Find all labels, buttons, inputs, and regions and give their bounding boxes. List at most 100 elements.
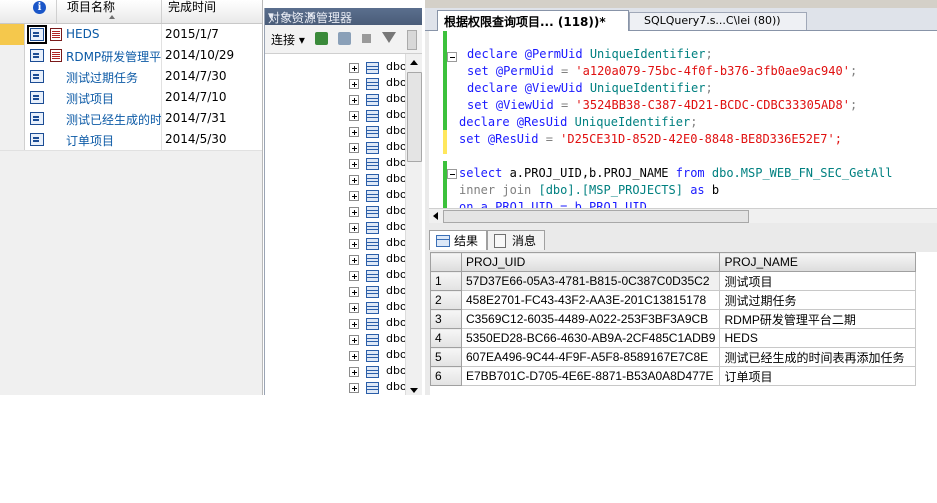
- tree-node-table[interactable]: dbo: [349, 172, 405, 188]
- grid-corner[interactable]: [430, 252, 462, 272]
- tree-node-table[interactable]: dbo: [349, 60, 405, 76]
- tree-node-table[interactable]: dbo: [349, 204, 405, 220]
- expand-icon[interactable]: [349, 287, 359, 297]
- tree-node-table[interactable]: dbo: [349, 252, 405, 268]
- tree-node-table[interactable]: dbo: [349, 284, 405, 300]
- cell-proj-uid[interactable]: 458E2701-FC43-43F2-AA3E-201C13815178: [460, 290, 721, 310]
- collapse-icon[interactable]: [447, 169, 457, 179]
- grid-row[interactable]: 3 C3569C12-6035-4489-A022-253F3BF3A9CB RDM…: [430, 309, 917, 329]
- tree-node-table[interactable]: dbo: [349, 92, 405, 108]
- tree-node-table[interactable]: dbo: [349, 316, 405, 332]
- expand-icon[interactable]: [349, 127, 359, 137]
- tab-messages[interactable]: 消息: [487, 230, 545, 250]
- grid-row[interactable]: 5 607EA496-9C44-4F9F-A5F8-8589167E7C8E 测试已…: [430, 347, 917, 367]
- expand-icon[interactable]: [349, 111, 359, 121]
- sql-code-area[interactable]: declare @PermUid UniqueIdentifier; set @…: [429, 31, 937, 209]
- expand-icon[interactable]: [349, 223, 359, 233]
- panel-window-buttons[interactable]: ▾ ⊣ ✕: [268, 9, 418, 22]
- scroll-thumb[interactable]: [407, 72, 422, 162]
- column-header-proj-name[interactable]: PROJ_NAME: [719, 252, 917, 272]
- project-info-icon[interactable]: [30, 49, 44, 62]
- grid-row[interactable]: 2 458E2701-FC43-43F2-AA3E-201C13815178 测试过…: [430, 290, 917, 310]
- cell-proj-name[interactable]: RDMP研发管理平台二期: [719, 309, 917, 329]
- row-number[interactable]: 5: [430, 347, 462, 367]
- cell-proj-name[interactable]: HEDS: [719, 328, 917, 348]
- grid-row[interactable]: 6 E7BB701C-D705-4E6E-8871-B53A0A8D477E 订单项…: [430, 366, 917, 386]
- project-row[interactable]: 测试项目 2014/7/10: [0, 87, 262, 109]
- project-name-cell[interactable]: HEDS: [63, 24, 162, 45]
- row-number[interactable]: 6: [430, 366, 462, 386]
- column-header-proj-uid[interactable]: PROJ_UID: [460, 252, 721, 272]
- tree-node-table[interactable]: dbo: [349, 364, 405, 380]
- row-selector[interactable]: [0, 45, 25, 66]
- results-grid[interactable]: PROJ_UID PROJ_NAME 1 57D37E66-05A3-4781-B…: [430, 252, 937, 395]
- tree-node-table[interactable]: dbo: [349, 140, 405, 156]
- expand-icon[interactable]: [349, 319, 359, 329]
- tab-results[interactable]: 结果: [429, 230, 487, 250]
- row-selector[interactable]: [0, 24, 25, 45]
- task-sheet-icon[interactable]: [50, 49, 62, 62]
- tree-node-table[interactable]: dbo: [349, 236, 405, 252]
- row-number[interactable]: 1: [430, 271, 462, 291]
- disconnect-icon[interactable]: [338, 32, 351, 45]
- tree-node-table[interactable]: dbo: [349, 380, 405, 395]
- info-column-header[interactable]: i: [24, 0, 57, 23]
- project-info-icon[interactable]: [30, 70, 44, 83]
- cell-proj-name[interactable]: 测试过期任务: [719, 290, 917, 310]
- cell-proj-uid[interactable]: 607EA496-9C44-4F9F-A5F8-8589167E7C8E: [460, 347, 721, 367]
- project-row[interactable]: HEDS 2015/1/7: [0, 24, 262, 46]
- stop-icon[interactable]: [362, 34, 371, 43]
- expand-icon[interactable]: [349, 303, 359, 313]
- expand-icon[interactable]: [349, 175, 359, 185]
- expand-icon[interactable]: [349, 143, 359, 153]
- tab-sqlquery7[interactable]: SQLQuery7.s...C\lei (80)): [629, 12, 807, 30]
- project-name-cell[interactable]: RDMP研发管理平台: [63, 45, 162, 66]
- expand-icon[interactable]: [349, 207, 359, 217]
- cell-proj-uid[interactable]: E7BB701C-D705-4E6E-8871-B53A0A8D477E: [460, 366, 721, 386]
- project-name-cell[interactable]: 测试已经生成的时: [63, 108, 162, 129]
- tree-node-table[interactable]: dbo: [349, 108, 405, 124]
- connect-icon[interactable]: [315, 32, 328, 45]
- grid-row[interactable]: 4 5350ED28-BC66-4630-AB9A-2CF485C1ADB9 HED…: [430, 328, 917, 348]
- expand-icon[interactable]: [349, 63, 359, 73]
- tab-permission-query[interactable]: 根据权限查询项目... (118))*: [437, 10, 629, 31]
- expand-icon[interactable]: [349, 383, 359, 393]
- object-explorer-scrollbar[interactable]: [405, 54, 422, 395]
- expand-icon[interactable]: [349, 255, 359, 265]
- project-info-icon[interactable]: [30, 112, 44, 125]
- object-explorer-title-bar[interactable]: 对象资源管理器 ▾ ⊣ ✕: [265, 8, 422, 25]
- cell-proj-uid[interactable]: C3569C12-6035-4489-A022-253F3BF3A9CB: [460, 309, 721, 329]
- project-row[interactable]: 订单项目 2014/5/30: [0, 129, 262, 151]
- scroll-up-icon[interactable]: [410, 60, 418, 65]
- expand-icon[interactable]: [349, 271, 359, 281]
- project-info-icon[interactable]: [30, 133, 44, 146]
- row-number[interactable]: 2: [430, 290, 462, 310]
- cell-proj-name[interactable]: 测试已经生成的时间表再添加任务: [719, 347, 917, 367]
- cell-proj-uid[interactable]: 57D37E66-05A3-4781-B815-0C387C0D35C2: [460, 271, 721, 291]
- cell-proj-uid[interactable]: 5350ED28-BC66-4630-AB9A-2CF485C1ADB9: [460, 328, 721, 348]
- filter-icon[interactable]: [382, 32, 396, 43]
- task-sheet-icon[interactable]: [50, 28, 62, 41]
- tree-node-table[interactable]: dbo: [349, 268, 405, 284]
- code-horizontal-scrollbar[interactable]: [429, 208, 937, 223]
- expand-icon[interactable]: [349, 367, 359, 377]
- collapse-icon[interactable]: [447, 52, 457, 62]
- project-name-cell[interactable]: 订单项目: [63, 129, 162, 150]
- tree-node-table[interactable]: dbo: [349, 156, 405, 172]
- expand-icon[interactable]: [349, 351, 359, 361]
- cell-proj-name[interactable]: 测试项目: [719, 271, 917, 291]
- project-row[interactable]: RDMP研发管理平台 2014/10/29: [0, 45, 262, 67]
- expand-icon[interactable]: [349, 159, 359, 169]
- tree-node-table[interactable]: dbo: [349, 124, 405, 140]
- row-number[interactable]: 3: [430, 309, 462, 329]
- expand-icon[interactable]: [349, 335, 359, 345]
- project-info-icon[interactable]: [27, 25, 47, 44]
- tree-node-table[interactable]: dbo: [349, 188, 405, 204]
- project-row[interactable]: 测试过期任务 2014/7/30: [0, 66, 262, 88]
- project-info-icon[interactable]: [30, 91, 44, 104]
- tree-node-table[interactable]: dbo: [349, 76, 405, 92]
- row-selector[interactable]: [0, 129, 25, 150]
- tree-node-table[interactable]: dbo: [349, 348, 405, 364]
- expand-icon[interactable]: [349, 191, 359, 201]
- row-selector[interactable]: [0, 66, 25, 87]
